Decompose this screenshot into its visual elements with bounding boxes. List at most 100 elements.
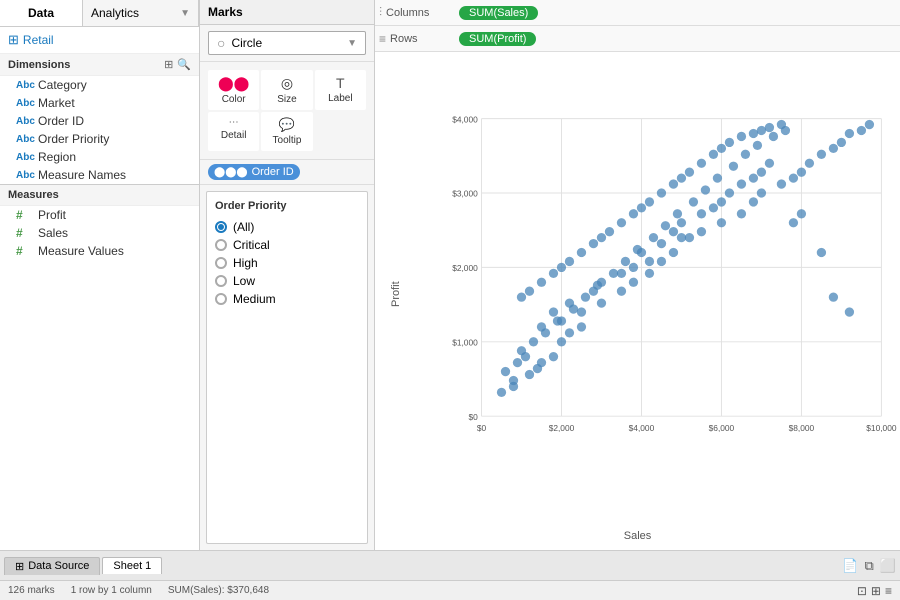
data-point[interactable]: [657, 188, 666, 197]
data-point[interactable]: [597, 298, 606, 307]
data-point[interactable]: [509, 376, 518, 385]
data-point[interactable]: [765, 159, 774, 168]
order-id-pill[interactable]: ⬤⬤⬤ Order ID: [208, 164, 300, 180]
measure-item[interactable]: #Profit: [0, 206, 199, 224]
grid-icon[interactable]: ⊞: [164, 58, 173, 71]
order-priority-option[interactable]: Critical: [215, 236, 359, 254]
data-point[interactable]: [629, 278, 638, 287]
data-point[interactable]: [629, 263, 638, 272]
data-point[interactable]: [737, 209, 746, 218]
data-point[interactable]: [765, 123, 774, 132]
data-point[interactable]: [701, 185, 710, 194]
label-button[interactable]: T Label: [315, 70, 366, 110]
detail-button[interactable]: ⋯ Detail: [208, 112, 259, 151]
data-point[interactable]: [525, 370, 534, 379]
dimension-item[interactable]: AbcMarket: [0, 94, 199, 112]
data-point[interactable]: [709, 150, 718, 159]
data-point[interactable]: [501, 367, 510, 376]
data-point[interactable]: [725, 188, 734, 197]
order-priority-option[interactable]: High: [215, 254, 359, 272]
data-point[interactable]: [617, 218, 626, 227]
data-point[interactable]: [557, 337, 566, 346]
data-point[interactable]: [529, 337, 538, 346]
tab-analytics[interactable]: Analytics ▼: [83, 0, 199, 26]
data-point[interactable]: [497, 388, 506, 397]
data-point[interactable]: [533, 364, 542, 373]
data-point[interactable]: [685, 168, 694, 177]
dimension-item[interactable]: AbcOrder ID: [0, 112, 199, 130]
data-point[interactable]: [581, 293, 590, 302]
data-point[interactable]: [621, 257, 630, 266]
data-point[interactable]: [737, 179, 746, 188]
mark-type-select[interactable]: ○ Circle ▼: [208, 31, 366, 55]
data-point[interactable]: [577, 307, 586, 316]
data-point[interactable]: [645, 197, 654, 206]
data-point[interactable]: [789, 173, 798, 182]
data-point[interactable]: [577, 248, 586, 257]
data-point[interactable]: [677, 173, 686, 182]
data-point[interactable]: [725, 138, 734, 147]
data-point[interactable]: [685, 233, 694, 242]
data-point[interactable]: [565, 328, 574, 337]
data-point[interactable]: [645, 257, 654, 266]
data-point[interactable]: [709, 203, 718, 212]
data-point[interactable]: [637, 203, 646, 212]
data-point[interactable]: [797, 209, 806, 218]
data-point[interactable]: [817, 248, 826, 257]
rows-pill[interactable]: SUM(Profit): [459, 32, 536, 46]
data-point[interactable]: [513, 358, 522, 367]
color-button[interactable]: ⬤⬤ Color: [208, 70, 259, 110]
columns-pill[interactable]: SUM(Sales): [459, 6, 538, 20]
new-dashboard-icon[interactable]: ⬜: [880, 558, 896, 574]
search-icon[interactable]: 🔍: [177, 58, 191, 71]
data-point[interactable]: [749, 197, 758, 206]
fit-icon[interactable]: ⊡: [857, 584, 867, 598]
data-point[interactable]: [557, 263, 566, 272]
data-point[interactable]: [717, 144, 726, 153]
data-point[interactable]: [769, 132, 778, 141]
data-point[interactable]: [673, 209, 682, 218]
data-point[interactable]: [657, 257, 666, 266]
data-point[interactable]: [617, 287, 626, 296]
data-point[interactable]: [737, 132, 746, 141]
order-priority-option[interactable]: Medium: [215, 290, 359, 308]
data-point[interactable]: [649, 233, 658, 242]
data-point[interactable]: [677, 233, 686, 242]
order-priority-option[interactable]: (All): [215, 218, 359, 236]
data-point[interactable]: [757, 188, 766, 197]
dimension-item[interactable]: AbcRegion: [0, 148, 199, 166]
data-point[interactable]: [669, 227, 678, 236]
data-point[interactable]: [633, 245, 642, 254]
data-point[interactable]: [593, 281, 602, 290]
data-point[interactable]: [741, 150, 750, 159]
data-point[interactable]: [549, 307, 558, 316]
data-point[interactable]: [677, 218, 686, 227]
data-point[interactable]: [521, 352, 530, 361]
sheet1-tab[interactable]: Sheet 1: [102, 557, 162, 574]
data-point[interactable]: [517, 293, 526, 302]
measure-item[interactable]: #Measure Values: [0, 242, 199, 260]
new-sheet-icon[interactable]: 📄: [842, 558, 858, 574]
tab-data[interactable]: Data: [0, 0, 83, 26]
order-priority-option[interactable]: Low: [215, 272, 359, 290]
data-point[interactable]: [753, 141, 762, 150]
duplicate-sheet-icon[interactable]: ⧉: [865, 558, 874, 574]
data-point[interactable]: [829, 293, 838, 302]
data-point[interactable]: [689, 197, 698, 206]
data-point[interactable]: [717, 218, 726, 227]
data-point[interactable]: [717, 197, 726, 206]
data-point[interactable]: [757, 126, 766, 135]
data-point[interactable]: [609, 269, 618, 278]
data-point[interactable]: [697, 159, 706, 168]
data-point[interactable]: [661, 221, 670, 230]
data-point[interactable]: [697, 209, 706, 218]
data-point[interactable]: [553, 316, 562, 325]
data-point[interactable]: [605, 227, 614, 236]
data-point[interactable]: [669, 248, 678, 257]
data-point[interactable]: [713, 173, 722, 182]
size-button[interactable]: ◎ Size: [261, 70, 312, 110]
data-point[interactable]: [749, 173, 758, 182]
dimension-item[interactable]: AbcCategory: [0, 76, 199, 94]
data-point[interactable]: [597, 233, 606, 242]
data-point[interactable]: [817, 150, 826, 159]
